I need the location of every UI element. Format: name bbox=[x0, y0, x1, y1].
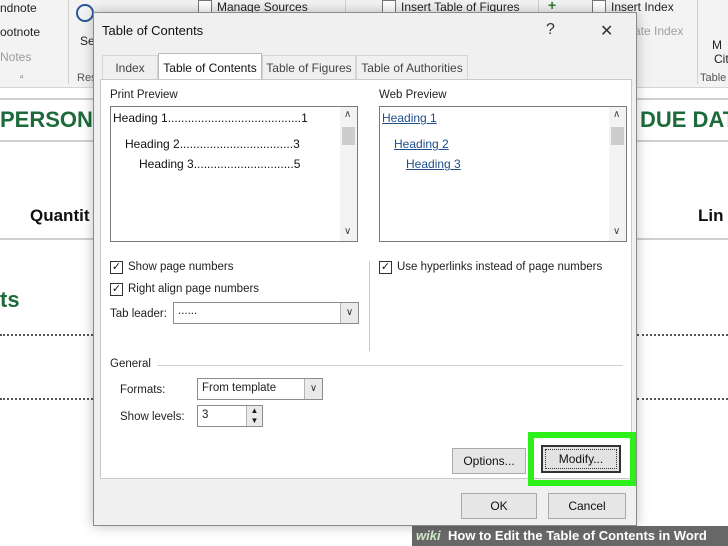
mark-citation-button[interactable]: M bbox=[712, 38, 722, 52]
tab-leader-label: Tab leader: bbox=[110, 308, 167, 320]
show-page-numbers-checkbox[interactable]: ✓ bbox=[110, 261, 123, 274]
print-preview-heading-2: Heading 2...............................… bbox=[125, 137, 300, 151]
dotted-line bbox=[637, 398, 728, 400]
print-preview-label: Print Preview bbox=[110, 89, 178, 101]
table-of-authorities-group-label: Table o bbox=[700, 72, 728, 84]
ribbon-separator bbox=[697, 0, 698, 84]
ribbon-separator bbox=[68, 0, 69, 84]
right-align-page-numbers-checkbox[interactable]: ✓ bbox=[110, 283, 123, 296]
formats-select[interactable]: From template ∨ bbox=[197, 378, 323, 400]
dialog-title: Table of Contents bbox=[102, 23, 204, 38]
dotted-line bbox=[0, 398, 93, 400]
update-index-button[interactable]: ate Index bbox=[634, 24, 683, 38]
line-header: Lin bbox=[698, 206, 724, 225]
ok-button[interactable]: OK bbox=[461, 493, 537, 519]
tab-table-of-contents[interactable]: Table of Contents bbox=[158, 53, 262, 79]
tab-panel: Print Preview Heading 1.................… bbox=[100, 79, 636, 486]
watermark-logo: wiki bbox=[416, 528, 441, 543]
scroll-up-arrow-icon[interactable]: ∧ bbox=[344, 109, 351, 120]
show-levels-value[interactable]: 3 bbox=[202, 409, 208, 421]
help-icon[interactable]: ? bbox=[546, 21, 555, 39]
tab-index[interactable]: Index bbox=[102, 55, 158, 79]
scroll-down-arrow-icon[interactable]: ∨ bbox=[613, 226, 620, 237]
close-icon[interactable]: ✕ bbox=[600, 21, 613, 41]
web-preview-box[interactable]: Heading 1 Heading 2 Heading 3 ∧ ∨ bbox=[379, 106, 627, 242]
table-of-contents-dialog: Table of Contents ? ✕ Index Table of Con… bbox=[93, 12, 637, 526]
show-notes-button[interactable]: Notes bbox=[0, 50, 31, 64]
tab-table-of-authorities[interactable]: Table of Authorities bbox=[356, 55, 468, 79]
due-date-header: DUE DAT bbox=[640, 107, 728, 132]
web-preview-scrollbar[interactable]: ∧ ∨ bbox=[609, 107, 626, 241]
print-preview-heading-3: Heading 3..............................5 bbox=[139, 157, 301, 171]
search-researcher-icon[interactable] bbox=[76, 4, 94, 22]
watermark-title: How to Edit the Table of Contents in Wor… bbox=[448, 528, 707, 543]
footnotes-group-launcher-icon[interactable]: ▫ bbox=[20, 72, 24, 83]
options-button[interactable]: Options... bbox=[452, 448, 526, 474]
modify-button-label: Modify... bbox=[558, 452, 604, 466]
scroll-up-arrow-icon[interactable]: ∧ bbox=[613, 109, 620, 120]
web-preview-heading-2-link[interactable]: Heading 2 bbox=[394, 137, 449, 151]
right-align-page-numbers-label: Right align page numbers bbox=[128, 283, 260, 295]
use-hyperlinks-label: Use hyperlinks instead of page numbers bbox=[397, 261, 603, 273]
cancel-button[interactable]: Cancel bbox=[548, 493, 626, 519]
person-header: PERSON bbox=[0, 107, 93, 132]
panel-divider bbox=[369, 261, 370, 351]
scroll-thumb[interactable] bbox=[611, 127, 624, 145]
modify-button[interactable]: Modify... bbox=[541, 445, 621, 473]
use-hyperlinks-checkbox[interactable]: ✓ bbox=[379, 261, 392, 274]
quantity-header: Quantit bbox=[30, 206, 90, 225]
web-preview-heading-1-link[interactable]: Heading 1 bbox=[382, 111, 437, 125]
tab-table-of-figures[interactable]: Table of Figures bbox=[262, 55, 356, 79]
section-heading: ts bbox=[0, 287, 20, 312]
spin-up-icon[interactable]: ▲ bbox=[246, 406, 262, 416]
tab-leader-value: ...... bbox=[178, 305, 198, 317]
citation-label: Cit bbox=[714, 52, 728, 66]
print-preview-scrollbar[interactable]: ∧ ∨ bbox=[340, 107, 357, 241]
tab-leader-select[interactable]: ...... ∨ bbox=[173, 302, 359, 324]
mark-entry-icon[interactable]: + bbox=[548, 0, 558, 12]
insert-endnote-button[interactable]: ndnote bbox=[0, 1, 37, 15]
scroll-thumb[interactable] bbox=[342, 127, 355, 145]
watermark-bar: wiki How to Edit the Table of Contents i… bbox=[412, 526, 728, 546]
formats-label: Formats: bbox=[120, 384, 166, 396]
formats-value: From template bbox=[202, 382, 277, 394]
show-page-numbers-label: Show page numbers bbox=[128, 261, 234, 273]
chevron-down-icon[interactable]: ∨ bbox=[340, 303, 358, 323]
web-preview-label: Web Preview bbox=[379, 89, 447, 101]
print-preview-heading-1: Heading 1...............................… bbox=[113, 111, 308, 125]
dotted-line bbox=[0, 334, 93, 336]
spin-down-icon[interactable]: ▼ bbox=[246, 416, 262, 426]
web-preview-heading-3-link[interactable]: Heading 3 bbox=[406, 157, 461, 171]
print-preview-box[interactable]: Heading 1...............................… bbox=[110, 106, 358, 242]
dotted-line bbox=[637, 334, 728, 336]
scroll-down-arrow-icon[interactable]: ∨ bbox=[344, 226, 351, 237]
show-levels-spinner[interactable]: 3 ▲ ▼ bbox=[197, 405, 263, 427]
chevron-down-icon[interactable]: ∨ bbox=[304, 379, 322, 399]
next-footnote-button[interactable]: ootnote bbox=[0, 25, 40, 39]
general-group-divider bbox=[157, 365, 623, 366]
show-levels-label: Show levels: bbox=[120, 411, 185, 423]
general-group-label: General bbox=[110, 358, 151, 370]
